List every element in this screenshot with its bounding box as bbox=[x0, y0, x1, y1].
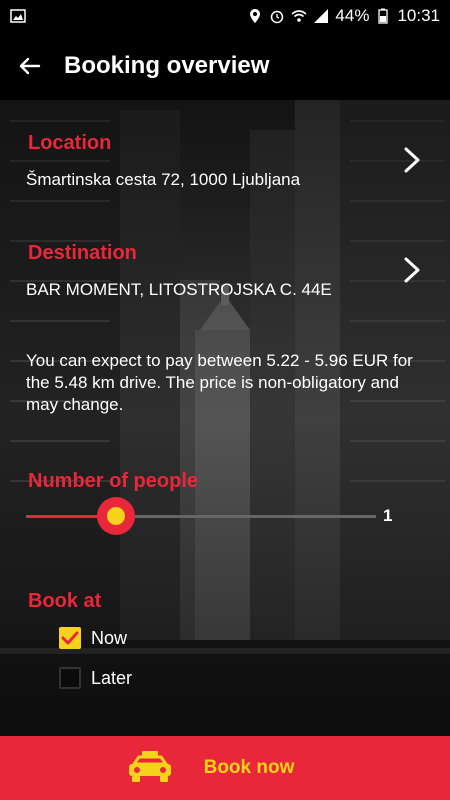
price-estimate-text: You can expect to pay between 5.22 - 5.9… bbox=[26, 351, 413, 414]
app-bar: Booking overview bbox=[0, 32, 450, 100]
back-button[interactable] bbox=[0, 32, 60, 100]
location-pin-icon bbox=[250, 9, 261, 23]
status-time: 10:31 bbox=[397, 6, 440, 25]
people-count: 1 bbox=[383, 506, 393, 525]
chevron-right-icon bbox=[404, 257, 420, 283]
battery-icon bbox=[378, 8, 389, 24]
status-right: 44% 10:31 bbox=[247, 6, 440, 26]
alarm-icon bbox=[271, 10, 284, 24]
taxi-icon bbox=[129, 751, 171, 782]
destination-label: Destination bbox=[28, 242, 137, 264]
later-checkbox[interactable] bbox=[59, 667, 81, 689]
book-now-button[interactable]: Book now bbox=[0, 736, 450, 800]
book-now-label: Book now bbox=[203, 757, 295, 778]
location-value: Šmartinska cesta 72, 1000 Ljubljana bbox=[26, 170, 301, 189]
page-title: Booking overview bbox=[64, 52, 270, 79]
signal-icon bbox=[314, 9, 329, 23]
book-at-label: Book at bbox=[28, 590, 102, 612]
status-bar: 44% 10:31 bbox=[0, 0, 450, 32]
status-left bbox=[10, 8, 247, 24]
booking-content: Location Šmartinska cesta 72, 1000 Ljubl… bbox=[0, 100, 450, 736]
people-label: Number of people bbox=[28, 470, 199, 492]
battery-percent: 44% bbox=[335, 6, 370, 25]
later-option-label[interactable]: Later bbox=[91, 668, 132, 689]
wifi-icon bbox=[291, 10, 307, 22]
chevron-right-icon bbox=[404, 147, 420, 173]
people-slider-thumb[interactable] bbox=[97, 497, 135, 535]
now-checkbox[interactable] bbox=[59, 627, 81, 649]
location-row[interactable]: Location Šmartinska cesta 72, 1000 Ljubl… bbox=[0, 130, 450, 200]
destination-value: BAR MOMENT, LITOSTROJSKA C. 44E bbox=[26, 280, 332, 299]
arrow-left-icon bbox=[19, 57, 41, 75]
image-icon bbox=[10, 9, 26, 23]
destination-row[interactable]: Destination BAR MOMENT, LITOSTROJSKA C. … bbox=[0, 240, 450, 310]
now-option-label[interactable]: Now bbox=[91, 628, 127, 649]
slider-thumb-center bbox=[107, 507, 125, 525]
checkmark-icon bbox=[61, 631, 79, 645]
location-label: Location bbox=[28, 132, 112, 154]
